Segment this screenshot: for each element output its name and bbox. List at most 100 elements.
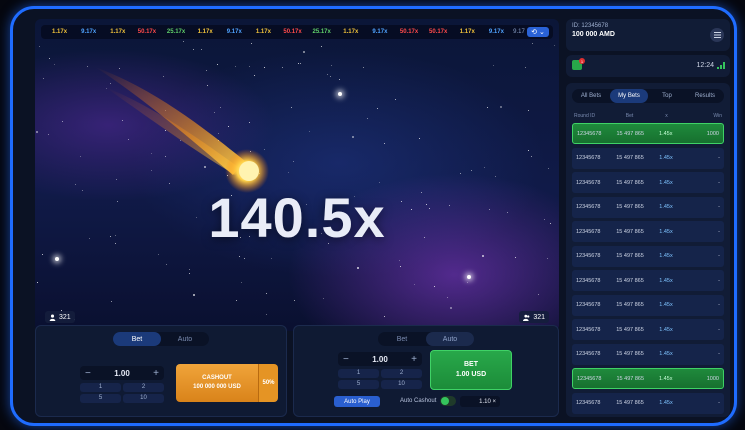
balance-amount: 100 000 AMD (572, 31, 615, 38)
quick-amount-button[interactable]: 5 (338, 380, 379, 389)
star (47, 133, 49, 135)
tab-auto-left[interactable]: Auto (161, 332, 209, 346)
bet-coefficient: 1.45x (659, 253, 673, 259)
bright-star (467, 275, 471, 279)
quick-amount-button[interactable]: 2 (123, 383, 164, 392)
header-bet: Bet (625, 113, 634, 119)
bet-round-id: 12345678 (577, 130, 602, 137)
bet-win: - (718, 326, 720, 333)
star (383, 315, 385, 317)
star (62, 120, 64, 122)
star (378, 181, 380, 183)
status-card: 1 12:24 (566, 55, 730, 77)
star (532, 43, 534, 44)
star (528, 109, 530, 111)
decrease-button-right[interactable]: − (343, 354, 349, 365)
bet-win: - (718, 302, 720, 308)
bet-coefficient: 1.45x (659, 400, 673, 406)
quick-amount-button[interactable]: 5 (80, 394, 121, 403)
toggle-knob (441, 397, 449, 405)
autoplay-button[interactable]: Auto Play (334, 396, 380, 407)
notification-badge: 1 (579, 58, 585, 64)
star (193, 49, 195, 51)
bet-round-id: 12345678 (576, 228, 601, 235)
bet-coefficient: 1.45x (659, 302, 673, 308)
star (376, 107, 378, 109)
bet-row: 12345678 15 497 865 1.45x - (572, 294, 724, 316)
players-count-left: 321 (45, 311, 75, 323)
bet-win: - (718, 228, 720, 235)
star (433, 286, 435, 288)
quick-amount-button[interactable]: 10 (123, 394, 164, 403)
bet-round-id: 12345678 (576, 351, 601, 357)
star (413, 284, 415, 286)
star (241, 281, 243, 283)
quick-amount-button[interactable]: 1 (80, 383, 121, 392)
players-count-right: 321 (519, 311, 549, 323)
tab-all-bets[interactable]: All Bets (572, 89, 610, 103)
star (527, 150, 529, 152)
increase-button-right[interactable]: + (411, 354, 417, 365)
bet-row: 12345678 15 497 865 1.45x - (572, 245, 724, 267)
history-multiplier: 1.17x (197, 29, 213, 35)
bets-panel: All Bets My Bets Top Results Round ID Be… (566, 83, 730, 417)
decrease-button-left[interactable]: − (85, 368, 91, 379)
bet-coefficient: 1.45x (659, 155, 673, 161)
star (546, 258, 548, 260)
star (79, 156, 81, 158)
bet-row: 12345678 15 497 865 1.45x - (572, 172, 724, 193)
bet-amount-right[interactable]: 1.00 (372, 355, 388, 364)
bet-coefficient: 1.45x (659, 130, 673, 137)
tab-my-bets[interactable]: My Bets (610, 89, 648, 103)
quick-amount-button[interactable]: 10 (381, 380, 422, 389)
bet-amount: 15 497 865 (616, 375, 645, 382)
bright-star (338, 92, 342, 96)
bet-win: - (718, 400, 720, 406)
star (192, 293, 195, 296)
increase-button-left[interactable]: + (153, 368, 159, 379)
bet-amount: 15 497 865 (616, 130, 645, 137)
star (493, 64, 495, 66)
bet-round-id: 12345678 (577, 375, 602, 382)
partial-cashout-button[interactable]: 50% (258, 364, 278, 402)
tab-auto-right[interactable]: Auto (426, 332, 474, 346)
star (188, 272, 190, 274)
auto-cashout-input[interactable]: 1.10 × (460, 396, 500, 407)
bet-amount-left[interactable]: 1.00 (114, 369, 130, 378)
bet-win: - (718, 179, 720, 186)
quick-amount-button[interactable]: 1 (338, 369, 379, 378)
history-multiplier: 1.17x (343, 29, 359, 35)
menu-button[interactable] (710, 28, 724, 42)
history-multiplier: 1.17x (459, 29, 475, 35)
auto-cashout-toggle[interactable] (440, 396, 456, 406)
quick-amounts-right: 1 2 5 10 (338, 369, 422, 389)
bet-amount: 15 497 865 (616, 277, 644, 284)
cashout-amount: 100 000 000 USD (193, 384, 241, 390)
star (450, 307, 453, 310)
star (322, 298, 324, 300)
bet-round-id: 12345678 (576, 277, 601, 284)
tab-top[interactable]: Top (648, 89, 686, 103)
tab-bet-left[interactable]: Bet (113, 332, 161, 346)
tab-bet-right[interactable]: Bet (378, 332, 426, 346)
star (298, 63, 300, 65)
star (250, 43, 252, 45)
star (41, 254, 43, 256)
star (188, 268, 190, 270)
auto-cashout-label: Auto Cashout (400, 398, 437, 404)
cashout-button[interactable]: CASHOUT 100 000 000 USD (176, 364, 258, 402)
users-icon (523, 314, 530, 321)
star (302, 51, 305, 54)
quick-amount-button[interactable]: 2 (381, 369, 422, 378)
star (165, 264, 167, 266)
star (309, 131, 311, 133)
players-count-right-value: 321 (533, 313, 545, 321)
star (484, 167, 486, 169)
tab-results[interactable]: Results (686, 89, 724, 103)
history-toggle-button[interactable]: ⟲ ⌄ (527, 27, 549, 37)
bets-table-body: 12345678 15 497 865 1.45x 1000 12345678 15 49… (572, 123, 724, 417)
bet-button[interactable]: BET 1.00 USD (430, 350, 512, 390)
signal-icon (717, 62, 725, 69)
history-multiplier: 50.17x (399, 29, 419, 35)
multiplier-history-bar: 1.17x 9.17x 1.17x 50.17x 25.17x 1.17x 9.17x 1.1… (41, 25, 553, 39)
